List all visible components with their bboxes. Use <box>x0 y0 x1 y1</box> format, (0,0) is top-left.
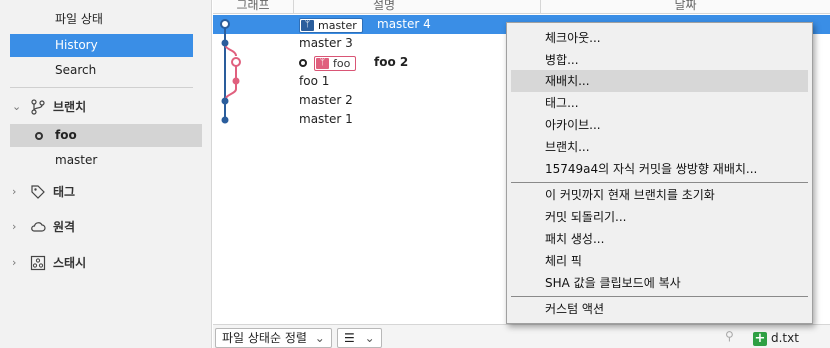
menu-item-checkout[interactable]: 체크아웃... <box>511 27 808 49</box>
menu-item-archive[interactable]: 아카이브... <box>511 114 808 136</box>
commit-node[interactable] <box>232 77 240 85</box>
branch-icon: ᛘ <box>301 20 314 31</box>
menu-item-tag[interactable]: 태그... <box>511 92 808 114</box>
file-name: d.txt <box>771 331 799 345</box>
sidebar-item-label: 파일 상태 <box>55 12 103 26</box>
menu-item-copy-sha[interactable]: SHA 값을 클립보드에 복사 <box>511 272 808 294</box>
menu-item-reset-branch[interactable]: 이 커밋까지 현재 브랜치를 초기화 <box>511 184 808 206</box>
chevron-down-icon[interactable]: ⌄ <box>12 96 24 118</box>
stashes-group-header[interactable]: › 스태시 <box>10 252 200 274</box>
branch-icon <box>31 99 45 115</box>
tag-icon <box>31 185 45 199</box>
commit-node[interactable] <box>231 57 241 67</box>
menu-divider <box>511 182 808 183</box>
view-mode-dropdown[interactable]: ☰ ⌄ <box>337 328 382 348</box>
menu-item-merge[interactable]: 병합... <box>511 49 808 71</box>
cloud-icon <box>31 222 46 232</box>
current-branch-indicator-icon <box>299 59 307 67</box>
menu-item-rebase[interactable]: 재배치... <box>511 70 808 92</box>
menu-divider <box>511 296 808 297</box>
bottom-toolbar: 파일 상태순 정렬 ⌄ ☰ ⌄ ⚲ + d.txt <box>213 324 830 348</box>
stashes-header-label: 스태시 <box>53 256 87 270</box>
commit-message: foo 2 <box>374 55 409 69</box>
branch-tag-foo[interactable]: ᛘ foo <box>314 56 357 71</box>
commit-message: master 3 <box>299 36 353 50</box>
file-entry[interactable]: + d.txt <box>753 329 799 347</box>
menu-item-branch[interactable]: 브랜치... <box>511 136 808 158</box>
sidebar-item-branch-master[interactable]: master <box>10 149 193 172</box>
tags-group-header[interactable]: › 태그 <box>10 181 200 203</box>
sidebar-item-branch-foo[interactable]: foo <box>10 124 202 147</box>
commit-node[interactable] <box>221 97 229 105</box>
commit-message: master 1 <box>299 112 353 126</box>
sidebar-item-file-status[interactable]: 파일 상태 <box>10 8 193 31</box>
column-header-date[interactable]: 날짜 <box>541 0 830 14</box>
current-branch-indicator-icon <box>35 132 43 140</box>
sidebar-item-label: History <box>55 38 98 52</box>
commit-node[interactable] <box>221 39 229 47</box>
branch-tag-label: master <box>318 19 357 32</box>
commit-message: master 2 <box>299 93 353 107</box>
branches-group-header[interactable]: ⌄ 브랜치 <box>10 96 200 118</box>
branch-tag-label: foo <box>333 57 351 70</box>
menu-item-interactive-rebase[interactable]: 15749a4의 자식 커밋을 쌍방향 재배치... <box>511 158 808 180</box>
context-menu: 체크아웃... 병합... 재배치... 태그... 아카이브... 브랜치..… <box>506 22 813 324</box>
sidebar-item-search[interactable]: Search <box>10 59 193 82</box>
branch-icon: ᛘ <box>316 58 329 69</box>
column-header-description[interactable]: 설명 <box>294 0 474 14</box>
sort-dropdown-label: 파일 상태순 정렬 <box>222 331 307 345</box>
file-added-icon: + <box>753 330 767 346</box>
sidebar-item-history[interactable]: History <box>10 34 193 57</box>
commit-node[interactable] <box>220 19 230 29</box>
chevron-right-icon[interactable]: › <box>12 181 24 203</box>
list-icon: ☰ <box>344 331 355 345</box>
divider <box>10 87 193 88</box>
remotes-group-header[interactable]: › 원격 <box>10 216 200 238</box>
branches-header-label: 브랜치 <box>53 100 87 114</box>
chevron-down-icon: ⌄ <box>364 331 375 345</box>
commit-graph <box>220 19 241 124</box>
menu-item-custom-actions[interactable]: 커스텀 액션 <box>511 298 808 320</box>
sidebar-item-label: foo <box>55 128 77 142</box>
branch-tag-master[interactable]: ᛘ master <box>299 18 363 33</box>
search-icon[interactable]: ⚲ <box>725 329 734 343</box>
menu-item-cherry-pick[interactable]: 체리 픽 <box>511 250 808 272</box>
stash-icon <box>30 255 46 271</box>
sidebar-item-label: Search <box>55 63 97 77</box>
chevron-down-icon: ⌄ <box>314 331 325 345</box>
menu-item-revert-commit[interactable]: 커밋 되돌리기... <box>511 206 808 228</box>
sidebar: 파일 상태 History Search ⌄ 브랜치 foo master › … <box>0 0 212 348</box>
remotes-header-label: 원격 <box>53 220 76 234</box>
commit-message: foo 1 <box>299 74 330 88</box>
commit-message: master 4 <box>377 17 431 31</box>
menu-item-create-patch[interactable]: 패치 생성... <box>511 228 808 250</box>
column-header-graph[interactable]: 그래프 <box>213 0 293 14</box>
chevron-right-icon[interactable]: › <box>12 216 24 238</box>
chevron-right-icon[interactable]: › <box>12 252 24 274</box>
sidebar-item-label: master <box>55 153 98 167</box>
commit-node[interactable] <box>221 116 229 124</box>
tags-header-label: 태그 <box>53 185 76 199</box>
sort-dropdown[interactable]: 파일 상태순 정렬 ⌄ <box>215 328 332 348</box>
